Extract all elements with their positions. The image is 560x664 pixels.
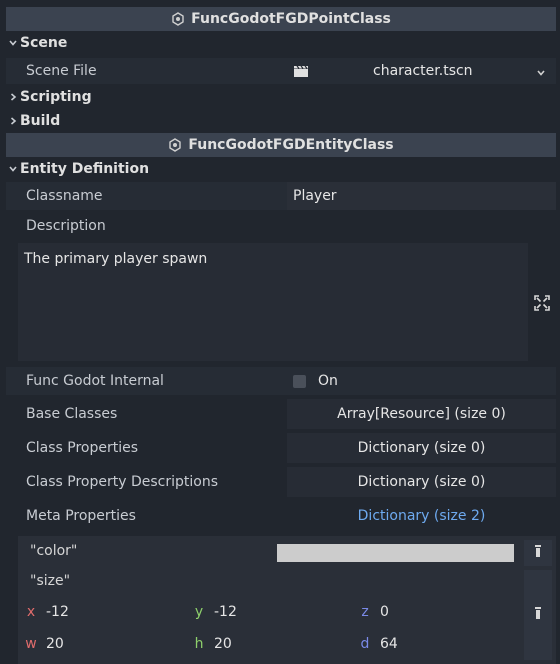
size-x-field[interactable]: x -12: [22, 598, 182, 626]
size-w-value: 20: [46, 636, 64, 652]
color-swatch[interactable]: [277, 544, 514, 562]
class-property-desc-button[interactable]: Dictionary (size 0): [287, 467, 556, 497]
chevron-down-icon: [6, 36, 20, 50]
resource-icon: [168, 138, 182, 152]
size-d-value: 64: [380, 636, 398, 652]
edit-icon: [534, 606, 542, 624]
axis-label-h: h: [194, 636, 204, 652]
edit-color-button[interactable]: [524, 540, 552, 566]
size-y-field[interactable]: y -12: [190, 598, 350, 626]
expand-icon[interactable]: [534, 295, 550, 311]
section-build-label: Build: [20, 113, 61, 129]
section-entity-definition[interactable]: Entity Definition: [6, 157, 556, 181]
description-row: Description: [6, 213, 556, 239]
point-class-title: FuncGodotFGDPointClass: [191, 11, 391, 27]
size-h-field[interactable]: h 20: [190, 630, 350, 658]
class-properties-value: Dictionary (size 0): [357, 440, 486, 456]
meta-properties-value: Dictionary (size 2): [357, 508, 486, 524]
description-textarea[interactable]: The primary player spawn: [18, 243, 528, 361]
chevron-down-icon: [6, 162, 20, 176]
class-properties-button[interactable]: Dictionary (size 0): [287, 433, 556, 463]
section-entity-definition-label: Entity Definition: [20, 161, 150, 177]
class-property-desc-label: Class Property Descriptions: [26, 474, 219, 490]
section-scripting-label: Scripting: [20, 89, 92, 105]
size-z-value: 0: [380, 604, 389, 620]
axis-label-z: z: [361, 604, 369, 620]
internal-toggle-label: On: [318, 373, 338, 389]
dict-key-color: "color": [30, 543, 78, 559]
internal-checkbox[interactable]: On: [287, 367, 556, 395]
chevron-right-icon: [6, 114, 20, 128]
class-properties-label: Class Properties: [26, 440, 139, 456]
meta-properties-button[interactable]: Dictionary (size 2): [287, 501, 556, 531]
size-d-field[interactable]: d 64: [356, 630, 516, 658]
point-class-header: FuncGodotFGDPointClass: [6, 7, 556, 31]
scene-file-picker[interactable]: character.tscn: [287, 58, 556, 84]
scene-file-label: Scene File: [26, 63, 97, 79]
resource-icon: [171, 12, 185, 26]
size-x-value: -12: [46, 604, 69, 620]
clapperboard-icon: [293, 65, 309, 82]
size-h-value: 20: [214, 636, 232, 652]
section-scene-label: Scene: [20, 35, 68, 51]
dict-key-size: "size": [30, 573, 71, 589]
axis-label-x: x: [26, 604, 36, 620]
section-scripting[interactable]: Scripting: [6, 85, 556, 109]
internal-label: Func Godot Internal: [26, 373, 164, 389]
axis-label-y: y: [194, 604, 204, 620]
inspector-panel: FuncGodotFGDPointClass Scene Scene File …: [0, 0, 560, 664]
entity-class-title: FuncGodotFGDEntityClass: [188, 137, 394, 153]
base-classes-button[interactable]: Array[Resource] (size 0): [287, 399, 556, 429]
base-classes-label: Base Classes: [26, 406, 118, 422]
entity-class-header: FuncGodotFGDEntityClass: [6, 133, 556, 157]
classname-value: Player: [293, 188, 337, 204]
edit-size-button[interactable]: [524, 570, 552, 660]
axis-label-w: w: [25, 636, 37, 652]
scene-file-value: character.tscn: [373, 63, 473, 79]
chevron-right-icon: [6, 90, 20, 104]
section-scene[interactable]: Scene: [6, 31, 556, 55]
size-z-field[interactable]: z 0: [356, 598, 516, 626]
class-property-desc-value: Dictionary (size 0): [357, 474, 486, 490]
classname-input[interactable]: Player: [287, 182, 556, 210]
size-y-value: -12: [214, 604, 237, 620]
description-value: The primary player spawn: [24, 251, 208, 267]
classname-label: Classname: [26, 188, 103, 204]
edit-icon: [534, 544, 542, 562]
description-label: Description: [26, 218, 106, 234]
base-classes-value: Array[Resource] (size 0): [337, 406, 506, 422]
chevron-down-icon[interactable]: [536, 66, 546, 82]
axis-label-d: d: [360, 636, 370, 652]
checkbox-icon[interactable]: [293, 374, 306, 388]
meta-properties-label: Meta Properties: [26, 508, 136, 524]
size-w-field[interactable]: w 20: [22, 630, 182, 658]
section-build[interactable]: Build: [6, 109, 556, 133]
